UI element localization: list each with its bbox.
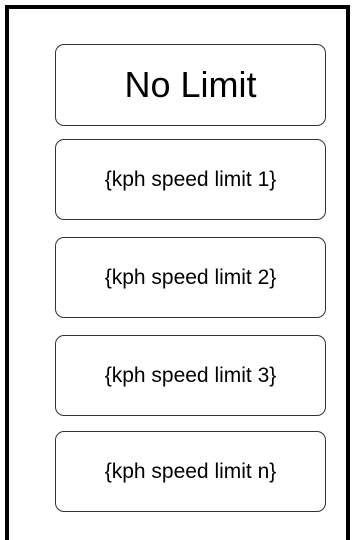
speed-limit-option-3-label: {kph speed limit 3}: [104, 363, 277, 387]
speed-limit-option-n-button[interactable]: {kph speed limit n}: [55, 431, 326, 512]
speed-limit-option-2-label: {kph speed limit 2}: [104, 265, 277, 289]
speed-limit-option-1-button[interactable]: {kph speed limit 1}: [55, 139, 326, 220]
speed-limit-option-2-button[interactable]: {kph speed limit 2}: [55, 237, 326, 318]
speed-limit-option-n-label: {kph speed limit n}: [104, 459, 277, 483]
speed-limit-option-1-label: {kph speed limit 1}: [104, 167, 277, 191]
no-limit-label: No Limit: [124, 64, 257, 105]
no-limit-button[interactable]: No Limit: [55, 44, 326, 126]
speed-limit-option-3-button[interactable]: {kph speed limit 3}: [55, 335, 326, 416]
speed-limit-menu-panel: No Limit {kph speed limit 1} {kph speed …: [5, 5, 350, 540]
